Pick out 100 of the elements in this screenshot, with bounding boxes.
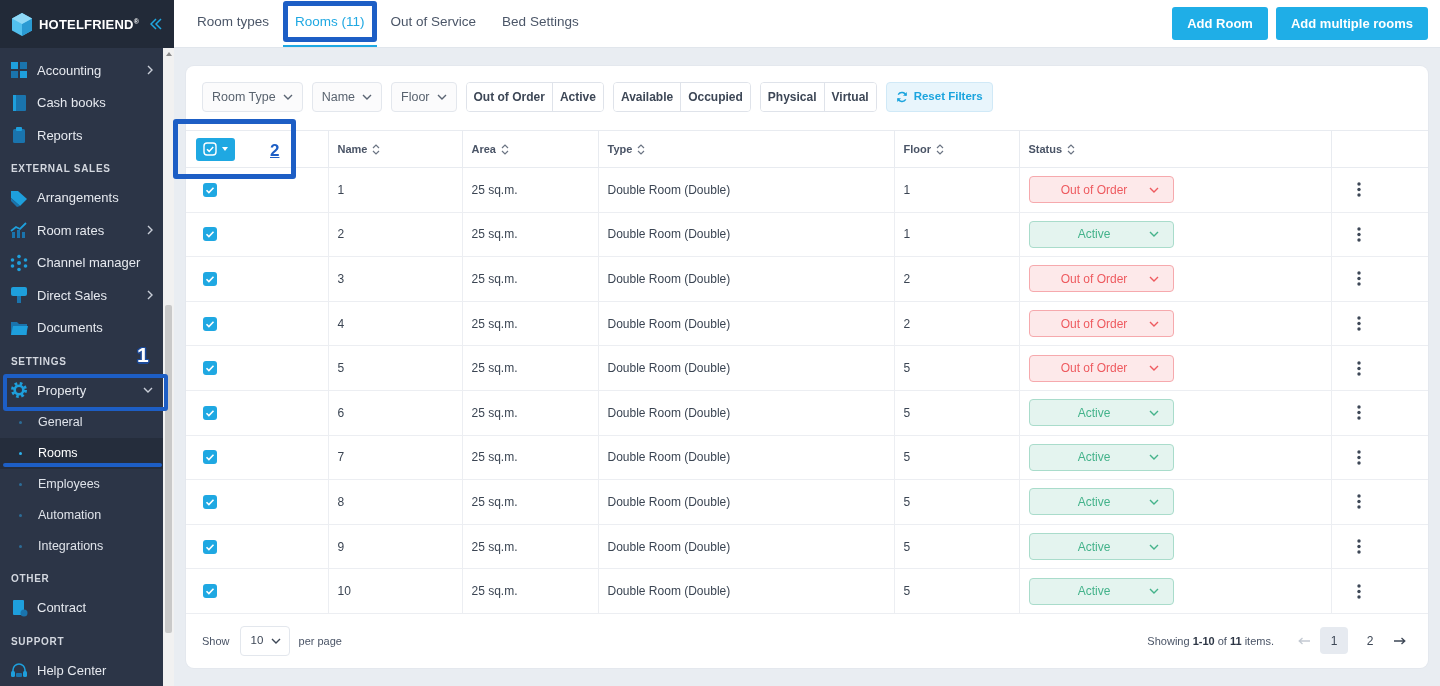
page-size-label: per page [298,633,342,649]
grid-icon [10,61,28,80]
tag-icon [10,188,28,207]
tab[interactable]: Room types [185,0,282,47]
more-icon [1356,449,1361,465]
book-icon [10,93,28,112]
table-cell: 5 [328,345,462,391]
refresh-icon [895,91,908,103]
row-checkbox[interactable] [203,361,217,376]
table-cell: Double Room (Double) [598,524,894,569]
more-icon [1356,316,1361,332]
select-all-dropdown[interactable] [196,137,235,161]
sidebar-subitem[interactable]: Employees [0,468,163,500]
table-cell: 8 [328,479,462,525]
section-heading: SETTINGS [11,354,67,369]
chevron-down-icon [1148,365,1159,372]
sign-icon [10,286,28,305]
table-cell: 9 [328,524,462,569]
chevron-down-icon [1148,588,1159,595]
column-header[interactable]: Name [337,140,381,158]
chevron-down-icon [270,637,281,644]
sort-icon [372,143,381,155]
row-checkbox[interactable] [203,182,217,197]
tab[interactable]: Out of Service [378,0,489,47]
page-button[interactable]: 2 [1356,627,1384,655]
scroll-up-icon[interactable] [165,52,172,56]
filter-toggle[interactable]: Virtual [823,83,876,111]
sidebar-item[interactable]: Room rates [0,214,163,247]
column-header[interactable]: Area [471,140,509,158]
row-checkbox[interactable] [203,494,217,509]
table-cell: Double Room (Double) [598,345,894,391]
bullet-icon [19,420,22,424]
callout-number: 2 [270,142,280,159]
chart-icon [10,221,28,240]
row-checkbox[interactable] [203,584,217,599]
table-cell: Double Room (Double) [598,568,894,614]
table-cell: 5 [894,435,1019,480]
table-cell: 5 [894,479,1019,525]
table-cell: 5 [894,345,1019,391]
section-heading: EXTERNAL SALES [11,162,111,176]
column-header[interactable]: Floor [903,140,944,158]
bullet-icon [19,482,22,486]
chevron-down-icon [1148,186,1159,193]
row-checkbox[interactable] [203,272,217,286]
table-cell: 7 [328,435,462,480]
bullet-icon [19,513,22,517]
sidebar-subitem[interactable]: Rooms [0,437,163,469]
filter-dropdown[interactable]: Room Type [202,82,303,112]
sidebar-item[interactable]: Help Center [0,654,163,686]
chevron-down-icon [282,94,293,100]
filter-dropdown[interactable]: Floor [391,82,457,112]
chevron-down-icon [362,94,373,100]
page-button[interactable]: 1 [1320,627,1348,655]
sidebar-item[interactable]: Accounting [0,54,163,87]
table-cell: 2 [328,212,462,257]
sidebar-item[interactable]: Reports [0,119,163,152]
more-icon [1356,405,1361,421]
row-checkbox[interactable] [203,405,217,420]
sidebar-item[interactable]: Cash books [0,86,163,119]
table-cell: 5 [894,568,1019,614]
table-cell: 25 sq.m. [462,390,598,436]
sidebar-item[interactable]: Property [0,374,163,407]
row-checkbox[interactable] [203,227,217,242]
scrollbar-thumb[interactable] [165,305,172,633]
row-checkbox[interactable] [203,539,217,554]
tab[interactable]: Bed Settings [490,0,591,47]
table-cell: 10 [328,568,462,614]
sidebar-subitem[interactable]: Integrations [0,530,163,562]
sidebar-subitem[interactable]: General [0,406,163,438]
sidebar-item[interactable]: Channel manager [0,246,163,279]
chevron-down-icon [1148,498,1159,505]
table-cell: 25 sq.m. [462,524,598,569]
table-cell: 1 [894,167,1019,213]
network-icon [10,253,28,272]
sidebar-item[interactable]: Documents [0,311,163,344]
row-checkbox[interactable] [203,450,217,465]
more-icon [1356,271,1361,287]
filter-toggle[interactable]: Active [551,83,603,111]
table-cell: Double Room (Double) [598,435,894,480]
document-icon [10,598,28,617]
page-size-select[interactable]: 10 [239,625,290,656]
chevron-down-icon [1148,409,1159,416]
sidebar-item[interactable]: Contract [0,591,163,624]
sidebar-item[interactable]: Arrangements [0,181,163,214]
bullet-icon [19,544,22,548]
section-heading: OTHER [11,572,50,586]
column-header[interactable]: Type [607,140,646,158]
filter-dropdown[interactable]: Name [311,82,383,112]
table-cell: Double Room (Double) [598,301,894,346]
column-header[interactable]: Status [1028,140,1076,158]
headset-icon [10,661,28,680]
more-icon [1356,494,1361,510]
row-checkbox[interactable] [203,316,217,331]
sidebar-subitem[interactable]: Automation [0,499,163,531]
sidebar-item[interactable]: Direct Sales [0,279,163,312]
filter-toggle[interactable]: Occupied [680,83,750,111]
table-cell: 5 [894,390,1019,436]
table-cell: 25 sq.m. [462,256,598,302]
collapse-sidebar-icon[interactable] [150,18,162,30]
more-icon [1356,583,1361,599]
